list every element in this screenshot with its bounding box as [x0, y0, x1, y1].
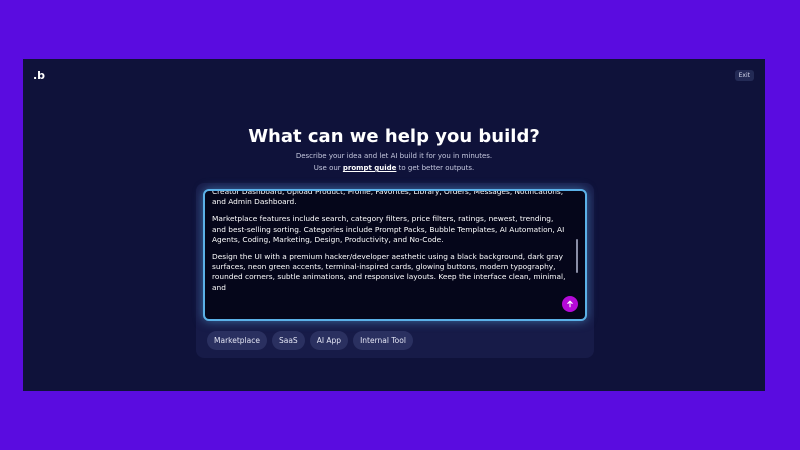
guide-prefix: Use our: [313, 164, 343, 172]
prompt-paragraph: Marketplace features include search, cat…: [212, 214, 565, 244]
arrow-up-icon: [567, 300, 573, 308]
prompt-paragraph: Creator Dashboard, Upload Product, Profi…: [212, 189, 564, 207]
chip-internal-tool[interactable]: Internal Tool: [353, 331, 413, 350]
composer-panel: Creator Dashboard, Upload Product, Profi…: [196, 183, 594, 358]
hero-section: What can we help you build? Describe you…: [23, 126, 765, 172]
app-logo[interactable]: .b: [33, 69, 45, 82]
prompt-paragraph: Design the UI with a premium hacker/deve…: [212, 252, 566, 292]
prompt-textarea[interactable]: Creator Dashboard, Upload Product, Profi…: [203, 189, 587, 321]
prompt-guide-link[interactable]: prompt guide: [343, 164, 397, 172]
chip-saas[interactable]: SaaS: [271, 331, 305, 350]
page-subtitle: Describe your idea and let AI build it f…: [295, 152, 493, 160]
exit-button[interactable]: Exit: [734, 70, 754, 81]
prompt-guide-line: Use our prompt guide to get better outpu…: [23, 164, 765, 172]
prompt-scrollbar[interactable]: [576, 239, 578, 273]
send-button[interactable]: [562, 296, 578, 312]
chip-marketplace[interactable]: Marketplace: [207, 331, 267, 350]
suggestion-chips: Marketplace SaaS AI App Internal Tool: [207, 331, 413, 350]
prompt-text[interactable]: Creator Dashboard, Upload Product, Profi…: [212, 189, 569, 300]
chip-ai-app[interactable]: AI App: [309, 331, 349, 350]
app-window: .b Exit What can we help you build? Desc…: [23, 59, 765, 391]
page-title: What can we help you build?: [248, 126, 540, 147]
guide-suffix: to get better outputs.: [396, 164, 475, 172]
